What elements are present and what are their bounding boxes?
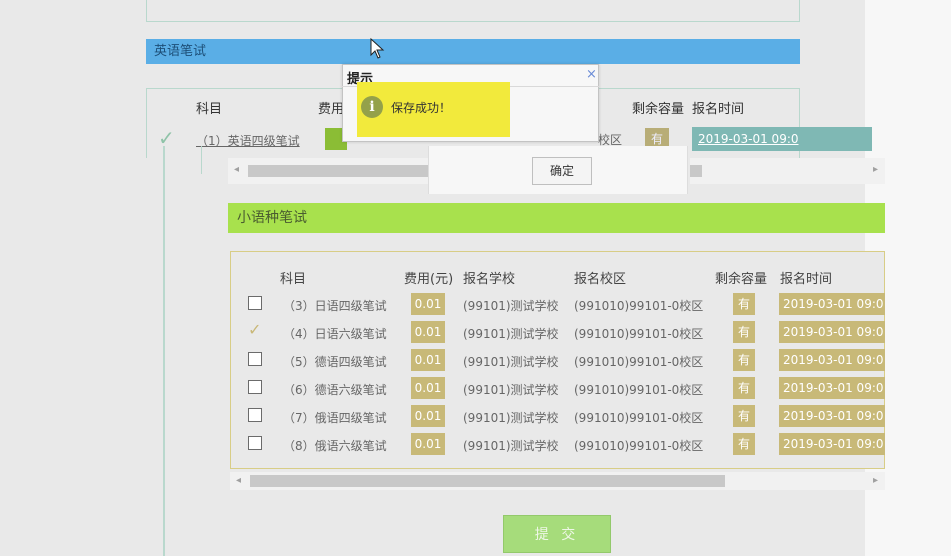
scroll-left-icon[interactable]: ◂ (234, 164, 239, 175)
row-checkbox[interactable] (248, 352, 262, 366)
scroll-thumb[interactable] (250, 475, 725, 487)
submit-button[interactable]: 提 交 (503, 515, 611, 553)
row-remain: 有 (733, 321, 755, 343)
english-row-subject: （1）英语四级笔试 (196, 134, 300, 148)
row-fee: 0.01 (411, 349, 445, 371)
row-remain: 有 (733, 349, 755, 371)
scroll-left-icon[interactable]: ◂ (236, 475, 241, 486)
row-subject: （3）日语四级笔试 (283, 299, 387, 313)
dialog-message: 保存成功！ (391, 101, 452, 115)
header-time: 报名时间 (780, 272, 833, 287)
mouse-pointer-icon (370, 38, 385, 59)
row-check-icon[interactable]: ✓ (248, 320, 261, 339)
header-remain: 剩余容量 (715, 272, 768, 287)
row-checkbox[interactable] (248, 436, 262, 450)
english-scrollbar-right[interactable]: ▸ (690, 158, 885, 184)
tree-line-branch (201, 146, 202, 174)
header-subject: 科目 (280, 272, 307, 287)
row-campus: (991010)99101-0校区 (574, 327, 704, 341)
row-time: 2019-03-01 09:0 (779, 377, 885, 399)
scroll-thumb-end[interactable] (690, 165, 702, 177)
row-fee: 0.01 (411, 433, 445, 455)
english-scrollbar-left[interactable]: ◂ (228, 158, 428, 184)
row-checkbox[interactable] (248, 296, 262, 310)
row-school: (99101)测试学校 (463, 439, 559, 453)
row-subject: （5）德语四级笔试 (283, 355, 387, 369)
row-remain: 有 (733, 377, 755, 399)
row-fee: 0.01 (411, 377, 445, 399)
row-fee: 0.01 (411, 405, 445, 427)
row-campus: (991010)99101-0校区 (574, 355, 704, 369)
english-header-fee: 费用 (318, 102, 345, 117)
row-campus: (991010)99101-0校区 (574, 411, 704, 425)
small-language-scrollbar[interactable]: ◂ ▸ (230, 472, 885, 490)
english-row-time: 2019-03-01 09:0 (692, 127, 872, 151)
previous-section-box (146, 0, 800, 22)
ok-button[interactable]: 确定 (532, 157, 592, 185)
header-campus: 报名校区 (574, 272, 627, 287)
english-header-remain: 剩余容量 (632, 102, 685, 117)
scroll-right-icon[interactable]: ▸ (873, 164, 878, 175)
row-remain: 有 (733, 293, 755, 315)
row-campus: (991010)99101-0校区 (574, 299, 704, 313)
row-time: 2019-03-01 09:0 (779, 349, 885, 371)
row-fee: 0.01 (411, 293, 445, 315)
row-campus: (991010)99101-0校区 (574, 439, 704, 453)
row-checkbox[interactable] (248, 380, 262, 394)
row-subject: （7）俄语四级笔试 (283, 411, 387, 425)
row-checkbox[interactable] (248, 408, 262, 422)
check-icon: ✓ (158, 126, 175, 150)
header-school: 报名学校 (463, 272, 516, 287)
row-school: (99101)测试学校 (463, 411, 559, 425)
tree-line (163, 146, 165, 556)
row-school: (99101)测试学校 (463, 299, 559, 313)
row-subject: （4）日语六级笔试 (283, 327, 387, 341)
english-header-time: 报名时间 (692, 102, 745, 117)
row-time: 2019-03-01 09:0 (779, 293, 885, 315)
row-time: 2019-03-01 09:0 (779, 321, 885, 343)
row-school: (99101)测试学校 (463, 383, 559, 397)
row-fee: 0.01 (411, 321, 445, 343)
header-fee: 费用(元) (404, 272, 454, 287)
row-remain: 有 (733, 433, 755, 455)
row-campus: (991010)99101-0校区 (574, 383, 704, 397)
scroll-right-icon[interactable]: ▸ (873, 475, 878, 486)
english-section-title[interactable]: 英语笔试 (146, 39, 800, 64)
info-icon: i (361, 96, 383, 118)
row-subject: （6）德语六级笔试 (283, 383, 387, 397)
close-icon[interactable]: × (586, 67, 597, 82)
row-school: (99101)测试学校 (463, 355, 559, 369)
scroll-thumb[interactable] (248, 165, 428, 177)
small-language-section-title[interactable]: 小语种笔试 (228, 203, 885, 233)
row-subject: （8）俄语六级笔试 (283, 439, 387, 453)
english-header-subject: 科目 (196, 102, 223, 117)
row-time: 2019-03-01 09:0 (779, 405, 885, 427)
row-time: 2019-03-01 09:0 (779, 433, 885, 455)
row-remain: 有 (733, 405, 755, 427)
row-school: (99101)测试学校 (463, 327, 559, 341)
